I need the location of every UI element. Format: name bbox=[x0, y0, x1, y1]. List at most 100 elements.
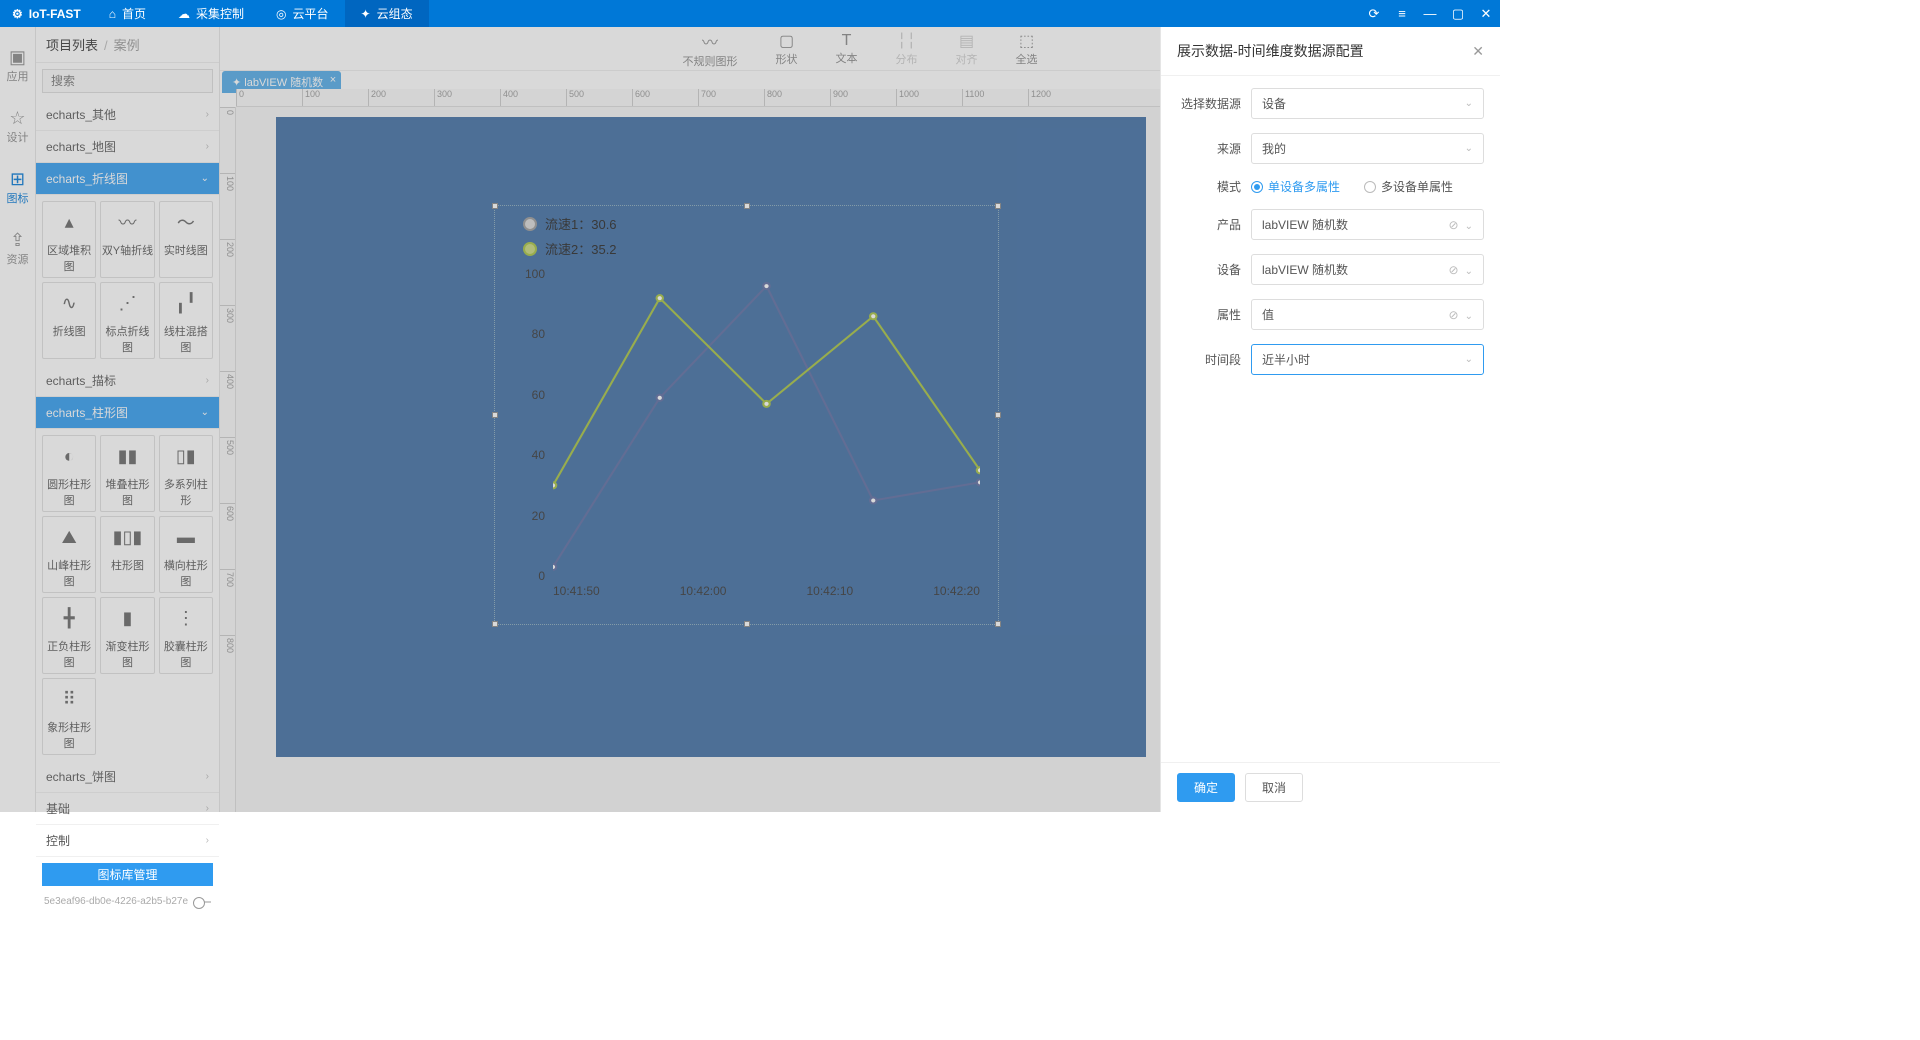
selectall-icon: ⬚ bbox=[1016, 31, 1038, 51]
breadcrumb-sub: 案例 bbox=[114, 38, 140, 53]
nav-collect[interactable]: ☁采集控制 bbox=[162, 0, 260, 27]
thumb-gradbar[interactable]: ▮渐变柱形图 bbox=[100, 597, 154, 674]
thumb-markline[interactable]: ⋰标点折线图 bbox=[100, 282, 154, 359]
star-icon: ☆ bbox=[7, 108, 29, 129]
group-basic[interactable]: 基础› bbox=[36, 793, 219, 825]
thumb-capbar[interactable]: ⋮胶囊柱形图 bbox=[159, 597, 213, 674]
thumb-bar[interactable]: ▮▯▮柱形图 bbox=[100, 516, 154, 593]
thumb-realtime[interactable]: 〜实时线图 bbox=[159, 201, 213, 278]
thumb-peakbar[interactable]: ⛰山峰柱形图 bbox=[42, 516, 96, 593]
label-period: 时间段 bbox=[1177, 351, 1241, 368]
label-datasource: 选择数据源 bbox=[1177, 95, 1241, 112]
select-device[interactable]: labVIEW 随机数⊘⌄ bbox=[1251, 254, 1484, 285]
breadcrumb-root[interactable]: 项目列表 bbox=[46, 38, 98, 53]
chevron-right-icon: › bbox=[206, 141, 209, 152]
tool-text[interactable]: T文本 bbox=[836, 32, 858, 66]
tool-selectall[interactable]: ⬚全选 bbox=[1016, 31, 1038, 67]
tool-irregular[interactable]: 〰不规则图形 bbox=[683, 29, 738, 69]
thumbs-bar: ◐圆形柱形图 ▮▮堆叠柱形图 ▯▮多系列柱形 ⛰山峰柱形图 ▮▯▮柱形图 ▬横向… bbox=[36, 429, 219, 761]
panel-close-icon[interactable]: ✕ bbox=[1472, 43, 1484, 60]
thumb-dualy[interactable]: 〰双Y轴折线 bbox=[100, 201, 154, 278]
tab-close-icon[interactable]: × bbox=[330, 74, 336, 86]
nav-cloud[interactable]: ◎云平台 bbox=[260, 0, 345, 27]
logo-icon: ⚙ bbox=[12, 7, 23, 21]
thumb-circlebar[interactable]: ◐圆形柱形图 bbox=[42, 435, 96, 512]
close-icon[interactable]: ✕ bbox=[1472, 6, 1500, 22]
panel-footer: 确定 取消 bbox=[1161, 762, 1500, 812]
select-source[interactable]: 我的⌄ bbox=[1251, 133, 1484, 164]
label-source: 来源 bbox=[1177, 140, 1241, 157]
chevron-right-icon: › bbox=[206, 803, 209, 814]
label-device: 设备 bbox=[1177, 261, 1241, 278]
refresh-icon[interactable]: ⟳ bbox=[1360, 6, 1388, 22]
thumb-stackbar[interactable]: ▮▮堆叠柱形图 bbox=[100, 435, 154, 512]
chevron-down-icon: ⌄ bbox=[1465, 221, 1473, 232]
radio-mode-a[interactable]: 单设备多属性 bbox=[1251, 178, 1340, 195]
thumb-hbar[interactable]: ▬横向柱形图 bbox=[159, 516, 213, 593]
y-axis: 100 80 60 40 20 0 bbox=[515, 274, 545, 576]
panel-title: 展示数据-时间维度数据源配置 bbox=[1177, 41, 1364, 61]
ok-button[interactable]: 确定 bbox=[1177, 773, 1235, 802]
tool-align[interactable]: ▤对齐 bbox=[956, 31, 978, 67]
cancel-button[interactable]: 取消 bbox=[1245, 773, 1303, 802]
thumb-multibar[interactable]: ▯▮多系列柱形 bbox=[159, 435, 213, 512]
selection-box[interactable]: 流速1：30.6 流速2：35.2 100 80 60 40 20 0 bbox=[494, 205, 999, 625]
chevron-down-icon: ⌄ bbox=[1465, 143, 1473, 154]
thumb-area[interactable]: ▴区域堆积图 bbox=[42, 201, 96, 278]
chart-legend: 流速1：30.6 流速2：35.2 bbox=[523, 214, 617, 264]
select-attr[interactable]: 值⊘⌄ bbox=[1251, 299, 1484, 330]
rail-app[interactable]: ▣应用 bbox=[7, 47, 29, 84]
ruler-vertical: 0100200300400500600700800 bbox=[220, 107, 236, 812]
label-mode: 模式 bbox=[1177, 178, 1241, 195]
minimize-icon[interactable]: — bbox=[1416, 6, 1444, 22]
line-chart: 流速1：30.6 流速2：35.2 100 80 60 40 20 0 bbox=[503, 214, 990, 616]
label-attr: 属性 bbox=[1177, 306, 1241, 323]
rail-resource[interactable]: ⇪资源 bbox=[7, 230, 29, 267]
chevron-down-icon: ⌄ bbox=[1465, 266, 1473, 277]
select-product[interactable]: labVIEW 随机数⊘⌄ bbox=[1251, 209, 1484, 240]
rail-icon[interactable]: ⊞图标 bbox=[7, 169, 29, 206]
rail-design[interactable]: ☆设计 bbox=[7, 108, 29, 145]
group-bar[interactable]: echarts_柱形图⌄ bbox=[36, 397, 219, 429]
select-period[interactable]: 近半小时⌄ bbox=[1251, 344, 1484, 375]
group-control[interactable]: 控制› bbox=[36, 825, 219, 857]
plot-area bbox=[553, 274, 980, 576]
thumb-mixed[interactable]: ╻╹线柱混搭图 bbox=[159, 282, 213, 359]
group-map[interactable]: echarts_地图› bbox=[36, 131, 219, 163]
search-input[interactable] bbox=[42, 69, 213, 93]
group-other[interactable]: echarts_其他› bbox=[36, 99, 219, 131]
image-icon: ▣ bbox=[7, 47, 29, 68]
clear-icon[interactable]: ⊘ bbox=[1449, 218, 1459, 232]
nav-config[interactable]: ✦云组态 bbox=[345, 0, 429, 27]
dot-icon bbox=[523, 217, 537, 231]
maximize-icon[interactable]: ▢ bbox=[1444, 6, 1472, 22]
tool-shape[interactable]: ▢形状 bbox=[776, 31, 798, 67]
thumb-pictobar[interactable]: ⠿象形柱形图 bbox=[42, 678, 96, 755]
breadcrumb: 项目列表/案例 bbox=[36, 27, 219, 63]
radio-mode-b[interactable]: 多设备单属性 bbox=[1364, 178, 1453, 195]
clear-icon[interactable]: ⊘ bbox=[1449, 308, 1459, 322]
upload-icon: ⇪ bbox=[7, 230, 29, 251]
iconlib-button[interactable]: 图标库管理 bbox=[42, 863, 213, 886]
artboard[interactable]: 流速1：30.6 流速2：35.2 100 80 60 40 20 0 bbox=[276, 117, 1146, 757]
menu-icon[interactable]: ≡ bbox=[1388, 6, 1416, 22]
group-pie[interactable]: echarts_饼图› bbox=[36, 761, 219, 793]
select-datasource[interactable]: 设备⌄ bbox=[1251, 88, 1484, 119]
group-gauge[interactable]: echarts_描标› bbox=[36, 365, 219, 397]
tool-distribute[interactable]: ╎╎分布 bbox=[896, 31, 918, 67]
dot-icon bbox=[523, 242, 537, 256]
zoom-slider[interactable] bbox=[196, 901, 211, 903]
panel-body: 选择数据源设备⌄ 来源我的⌄ 模式 单设备多属性 多设备单属性 产品labVIE… bbox=[1161, 76, 1500, 762]
chevron-down-icon: ⌄ bbox=[201, 173, 209, 184]
app-name: IoT-FAST bbox=[29, 7, 81, 21]
group-line[interactable]: echarts_折线图⌄ bbox=[36, 163, 219, 195]
label-product: 产品 bbox=[1177, 216, 1241, 233]
thumb-line[interactable]: ∿折线图 bbox=[42, 282, 96, 359]
nav-tabs: ⌂首页 ☁采集控制 ◎云平台 ✦云组态 bbox=[93, 0, 429, 27]
grid-icon: ⊞ bbox=[7, 169, 29, 190]
nav-home[interactable]: ⌂首页 bbox=[93, 0, 162, 27]
thumb-pnbar[interactable]: ╋正负柱形图 bbox=[42, 597, 96, 674]
clear-icon[interactable]: ⊘ bbox=[1449, 263, 1459, 277]
app-logo: ⚙ IoT-FAST bbox=[0, 7, 93, 21]
config-icon: ✦ bbox=[361, 7, 371, 21]
